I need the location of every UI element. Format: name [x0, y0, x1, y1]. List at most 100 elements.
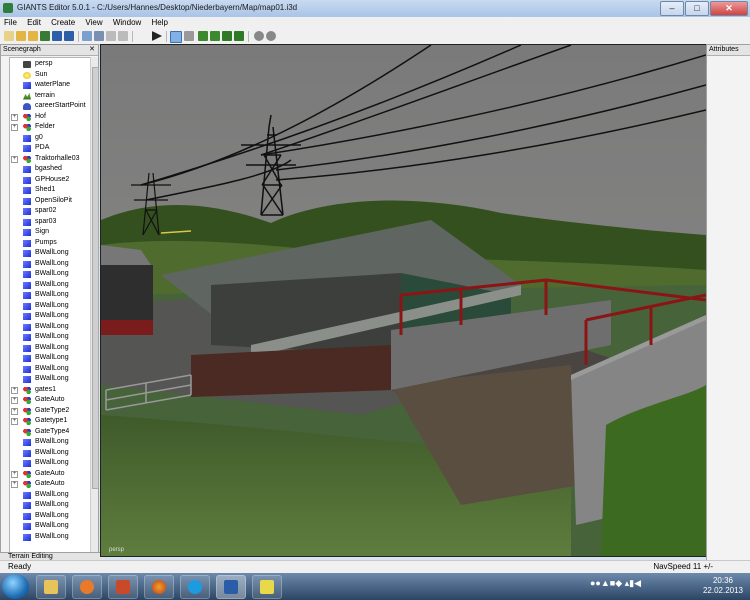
scenegraph-item[interactable]: Pumps — [10, 238, 90, 249]
scenegraph-item[interactable]: + GateAuto — [10, 479, 90, 490]
giants-editor-taskbar-button[interactable] — [108, 575, 138, 599]
scenegraph-item[interactable]: Sign — [10, 227, 90, 238]
expand-toggle-icon[interactable]: + — [11, 155, 18, 163]
scenegraph-item[interactable]: spar02 — [10, 206, 90, 217]
word-taskbar-button[interactable] — [216, 575, 246, 599]
export-icon[interactable] — [64, 31, 74, 41]
foliage-erase-icon[interactable] — [234, 31, 244, 41]
menu-view[interactable]: View — [81, 17, 106, 29]
save-as-icon[interactable] — [52, 31, 62, 41]
undo-icon[interactable] — [106, 31, 116, 41]
3d-viewport[interactable]: persp — [100, 44, 707, 557]
terrain-icon — [23, 92, 31, 100]
scenegraph-item[interactable]: persp — [10, 59, 90, 70]
system-tray[interactable]: ●●▲■◆ ▴▮◀ — [590, 578, 641, 589]
select-tool-icon[interactable] — [170, 31, 182, 43]
scenegraph-item[interactable]: BWallLong — [10, 490, 90, 501]
scenegraph-item[interactable]: BWallLong — [10, 332, 90, 343]
expand-toggle-icon[interactable]: + — [11, 407, 18, 415]
menu-window[interactable]: Window — [109, 17, 145, 29]
maximize-button[interactable]: □ — [685, 1, 709, 16]
scenegraph-item[interactable]: + Gatetype1 — [10, 416, 90, 427]
scenegraph-item[interactable]: GPHouse2 — [10, 175, 90, 186]
start-button[interactable] — [2, 574, 29, 599]
grid-icon[interactable] — [266, 31, 276, 41]
close-button[interactable]: ✕ — [710, 1, 748, 16]
scenegraph-item[interactable]: + Felder — [10, 122, 90, 133]
menu-edit[interactable]: Edit — [23, 17, 45, 29]
scenegraph-item[interactable]: BWallLong — [10, 521, 90, 532]
copy-icon[interactable] — [94, 31, 104, 41]
expand-toggle-icon[interactable]: + — [11, 397, 18, 404]
scenegraph-scrollbar[interactable] — [90, 57, 99, 591]
scenegraph-item[interactable]: g0 — [10, 133, 90, 144]
scenegraph-item[interactable]: BWallLong — [10, 259, 90, 270]
play-icon[interactable] — [152, 31, 162, 41]
expand-toggle-icon[interactable]: + — [11, 124, 18, 131]
scenegraph-item[interactable]: PDA — [10, 143, 90, 154]
scenegraph-close-icon[interactable]: ✕ — [89, 45, 95, 55]
expand-toggle-icon[interactable]: + — [11, 481, 18, 488]
scenegraph-item[interactable]: + GateType2 — [10, 406, 90, 417]
expand-toggle-icon[interactable]: + — [11, 418, 18, 425]
expand-toggle-icon[interactable]: + — [11, 470, 18, 478]
scenegraph-item[interactable]: + Hof — [10, 112, 90, 123]
terrain-paint-icon[interactable] — [210, 31, 220, 41]
media-player-taskbar-button[interactable] — [72, 575, 102, 599]
notes-taskbar-button[interactable] — [252, 575, 282, 599]
new-file-icon[interactable] — [4, 31, 14, 41]
menu-file[interactable]: File — [0, 17, 21, 29]
skype-taskbar-button[interactable] — [180, 575, 210, 599]
scenegraph-item[interactable]: Shed1 — [10, 185, 90, 196]
scenegraph-item[interactable]: BWallLong — [10, 301, 90, 312]
menu-help[interactable]: Help — [148, 17, 172, 29]
cut-icon[interactable] — [82, 31, 92, 41]
scenegraph-item[interactable]: spar03 — [10, 217, 90, 228]
menu-create[interactable]: Create — [47, 17, 79, 29]
move-tool-icon[interactable] — [184, 31, 194, 41]
foliage-paint-icon[interactable] — [222, 31, 232, 41]
clock[interactable]: 20:36 22.02.2013 — [700, 576, 746, 596]
scenegraph-item[interactable]: bgashed — [10, 164, 90, 175]
scenegraph-tree[interactable]: persp Sun waterPlane terrain careerStartPoin… — [9, 57, 91, 593]
save-icon[interactable] — [40, 31, 50, 41]
scenegraph-item[interactable]: BWallLong — [10, 448, 90, 459]
scenegraph-item[interactable]: GateType4 — [10, 427, 90, 438]
scenegraph-item[interactable]: Sun — [10, 70, 90, 81]
open-folder-icon[interactable] — [16, 31, 26, 41]
scenegraph-item[interactable]: BWallLong — [10, 311, 90, 322]
import-icon[interactable] — [28, 31, 38, 41]
scenegraph-item[interactable]: BWallLong — [10, 458, 90, 469]
firefox-taskbar-button[interactable] — [144, 575, 174, 599]
scenegraph-item[interactable]: BWallLong — [10, 511, 90, 522]
minimize-button[interactable]: – — [660, 1, 684, 16]
redo-icon[interactable] — [118, 31, 128, 41]
scenegraph-item[interactable]: BWallLong — [10, 353, 90, 364]
scenegraph-item[interactable]: terrain — [10, 91, 90, 102]
scenegraph-item[interactable]: BWallLong — [10, 290, 90, 301]
scenegraph-item[interactable]: BWallLong — [10, 322, 90, 333]
scenegraph-item[interactable]: BWallLong — [10, 280, 90, 291]
scrollbar-thumb[interactable] — [92, 67, 99, 489]
terrain-sculpt-icon[interactable] — [198, 31, 208, 41]
scenegraph-item[interactable]: BWallLong — [10, 374, 90, 385]
scenegraph-item[interactable]: + Traktorhalle03 — [10, 154, 90, 165]
expand-toggle-icon[interactable]: + — [11, 113, 18, 121]
scenegraph-item[interactable]: OpenSiloPit — [10, 196, 90, 207]
scenegraph-item[interactable]: + gates1 — [10, 385, 90, 396]
scenegraph-item[interactable]: BWallLong — [10, 343, 90, 354]
scenegraph-item[interactable]: BWallLong — [10, 500, 90, 511]
scenegraph-item[interactable]: BWallLong — [10, 248, 90, 259]
cube-icon — [23, 292, 31, 299]
scenegraph-item[interactable]: BWallLong — [10, 269, 90, 280]
scenegraph-item[interactable]: BWallLong — [10, 364, 90, 375]
scenegraph-item[interactable]: BWallLong — [10, 532, 90, 543]
expand-toggle-icon[interactable]: + — [11, 386, 18, 394]
scenegraph-item[interactable]: + GateAuto — [10, 469, 90, 480]
scenegraph-item[interactable]: waterPlane — [10, 80, 90, 91]
scenegraph-item[interactable]: BWallLong — [10, 437, 90, 448]
scenegraph-item[interactable]: + GateAuto — [10, 395, 90, 406]
explorer-taskbar-button[interactable] — [36, 575, 66, 599]
scenegraph-item[interactable]: careerStartPoint — [10, 101, 90, 112]
snap-icon[interactable] — [254, 31, 264, 41]
